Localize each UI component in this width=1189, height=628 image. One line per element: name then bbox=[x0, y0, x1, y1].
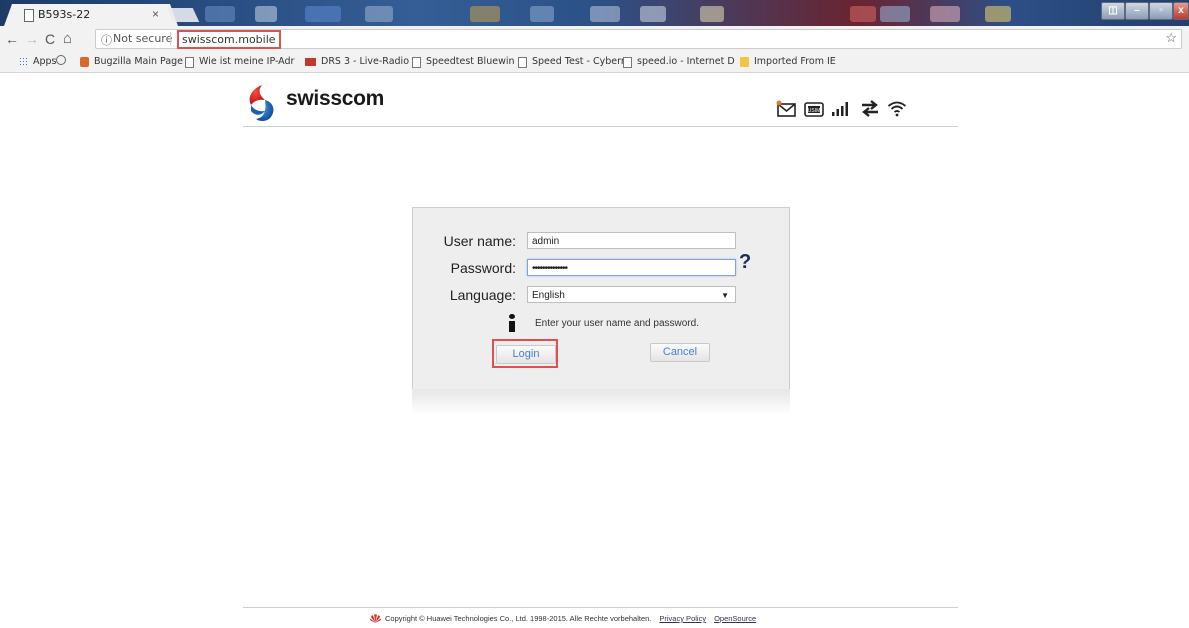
bookmark-label: Apps bbox=[33, 56, 57, 67]
taskbar-thumbnail bbox=[590, 6, 620, 22]
help-icon[interactable]: ? bbox=[739, 251, 751, 274]
new-tab-button[interactable] bbox=[166, 8, 200, 22]
info-icon[interactable]: ⓘ bbox=[101, 32, 112, 48]
header-divider bbox=[243, 126, 958, 127]
taskbar-thumbnail bbox=[640, 6, 666, 22]
bookmark-bugzilla[interactable]: Bugzilla Main Page bbox=[80, 55, 183, 69]
divider bbox=[170, 32, 171, 45]
bookmark-label: speed.io - Internet D bbox=[637, 56, 735, 67]
url-text[interactable]: swisscom.mobile bbox=[177, 30, 281, 49]
minimize-icon: – bbox=[1134, 5, 1140, 16]
bookmarks-bar: Apps Bugzilla Main Page Wie ist meine IP… bbox=[0, 52, 1189, 73]
login-panel-shadow bbox=[412, 389, 790, 415]
taskbar-thumbnail bbox=[365, 6, 393, 22]
login-button-highlight: Login bbox=[492, 339, 558, 368]
swisscom-logo-icon bbox=[249, 85, 274, 122]
tab-close-icon[interactable]: × bbox=[152, 7, 159, 21]
close-window-button[interactable]: x bbox=[1173, 2, 1189, 20]
language-select[interactable]: English ▼ bbox=[527, 286, 736, 303]
bookmark-folder-imported[interactable]: Imported From IE bbox=[740, 55, 836, 69]
chevron-down-icon: ▼ bbox=[721, 291, 729, 300]
taskbar-thumbnail bbox=[700, 6, 724, 22]
privacy-policy-link[interactable]: Privacy Policy bbox=[659, 614, 706, 623]
browser-tab-bar: B593s-22 × ◫ – ▫ x bbox=[0, 0, 1189, 26]
folder-icon bbox=[740, 57, 749, 67]
taskbar-thumbnail bbox=[850, 6, 876, 22]
page-icon bbox=[412, 56, 421, 68]
info-icon bbox=[509, 314, 515, 332]
back-icon[interactable]: ← bbox=[5, 30, 19, 48]
bookmark-label: DRS 3 - Live-Radio bbox=[321, 56, 410, 67]
bookmark-apps[interactable]: Apps bbox=[19, 55, 57, 69]
taskbar-thumbnail bbox=[255, 6, 277, 22]
browser-tab[interactable]: B593s-22 × bbox=[4, 4, 178, 26]
bookmark-speedio[interactable]: speed.io - Internet D bbox=[623, 55, 735, 69]
page-icon bbox=[24, 9, 34, 22]
signal-strength-icon[interactable] bbox=[831, 100, 851, 117]
bookmark-history[interactable] bbox=[56, 55, 71, 65]
info-message: Enter your user name and password. bbox=[535, 318, 699, 329]
taskbar-thumbnail bbox=[880, 6, 910, 22]
bookmark-speedtest-bluewin[interactable]: Speedtest Bluewin bbox=[412, 55, 515, 69]
bookmark-star-icon[interactable]: ☆ bbox=[1165, 30, 1177, 46]
close-icon: x bbox=[1178, 5, 1184, 16]
minimize-button[interactable]: – bbox=[1125, 2, 1149, 20]
restore-icon: ◫ bbox=[1108, 5, 1118, 16]
usim-icon[interactable]: USIM bbox=[804, 102, 824, 117]
bookmark-label: Bugzilla Main Page bbox=[94, 56, 184, 67]
bookmark-ip[interactable]: Wie ist meine IP-Adr bbox=[185, 55, 294, 69]
password-label: Password: bbox=[450, 260, 516, 276]
username-label: User name: bbox=[443, 233, 516, 249]
opensource-link[interactable]: OpenSource bbox=[714, 614, 756, 623]
data-transfer-icon[interactable] bbox=[860, 100, 880, 117]
huawei-logo-icon bbox=[370, 614, 381, 623]
cancel-button[interactable]: Cancel bbox=[650, 343, 710, 362]
taskbar-thumbnail bbox=[305, 6, 341, 22]
forward-icon[interactable]: → bbox=[25, 30, 39, 48]
wifi-icon[interactable] bbox=[887, 100, 907, 117]
bookmark-label: Imported From IE bbox=[754, 56, 836, 67]
maximize-icon: ▫ bbox=[1159, 5, 1163, 16]
taskbar-thumbnail bbox=[930, 6, 960, 22]
new-message-icon[interactable] bbox=[776, 100, 798, 118]
bookmark-label: Speed Test - Cyberr bbox=[532, 56, 625, 67]
srf-icon bbox=[305, 58, 316, 66]
apps-grid-icon bbox=[19, 57, 28, 67]
bookmark-drs3[interactable]: DRS 3 - Live-Radio bbox=[305, 55, 409, 69]
taskbar-thumbnail bbox=[205, 6, 235, 22]
reload-icon[interactable]: C bbox=[45, 30, 55, 48]
brand-name: swisscom bbox=[286, 87, 384, 110]
footer: Copyright © Huawei Technologies Co., Ltd… bbox=[370, 614, 756, 623]
home-icon[interactable]: ⌂ bbox=[63, 30, 72, 48]
password-input[interactable]: •••••••••••••• bbox=[527, 259, 736, 276]
page-icon bbox=[518, 56, 527, 68]
taskbar-thumbnail bbox=[470, 6, 500, 22]
security-label[interactable]: Not secure bbox=[113, 32, 172, 45]
login-button[interactable]: Login bbox=[496, 345, 556, 364]
maximize-button[interactable]: ▫ bbox=[1149, 2, 1173, 20]
copyright-text: Copyright © Huawei Technologies Co., Ltd… bbox=[385, 614, 652, 623]
login-panel: User name: admin Password: •••••••••••••… bbox=[412, 207, 790, 390]
usim-label: USIM bbox=[808, 108, 821, 114]
address-bar[interactable]: ⓘ Not secure swisscom.mobile ☆ bbox=[95, 29, 1182, 49]
restore-button[interactable]: ◫ bbox=[1101, 2, 1125, 20]
taskbar-thumbnail bbox=[985, 6, 1011, 22]
history-clock-icon bbox=[56, 55, 66, 65]
bookmark-label: Wie ist meine IP-Adr bbox=[199, 56, 295, 67]
tab-title: B593s-22 bbox=[38, 8, 91, 21]
username-input[interactable]: admin bbox=[527, 232, 736, 249]
page-icon bbox=[185, 56, 194, 68]
bookmark-label: Speedtest Bluewin bbox=[426, 56, 515, 67]
language-selected-value: English bbox=[532, 290, 565, 301]
address-toolbar: ← → C ⌂ ⓘ Not secure swisscom.mobile ☆ bbox=[0, 26, 1189, 52]
page-icon bbox=[623, 56, 632, 68]
language-label: Language: bbox=[449, 287, 516, 303]
footer-divider bbox=[243, 607, 958, 608]
taskbar-thumbnail bbox=[530, 6, 554, 22]
bookmark-speed-test-cyber[interactable]: Speed Test - Cyberr bbox=[518, 55, 625, 69]
bugzilla-icon bbox=[80, 57, 89, 67]
